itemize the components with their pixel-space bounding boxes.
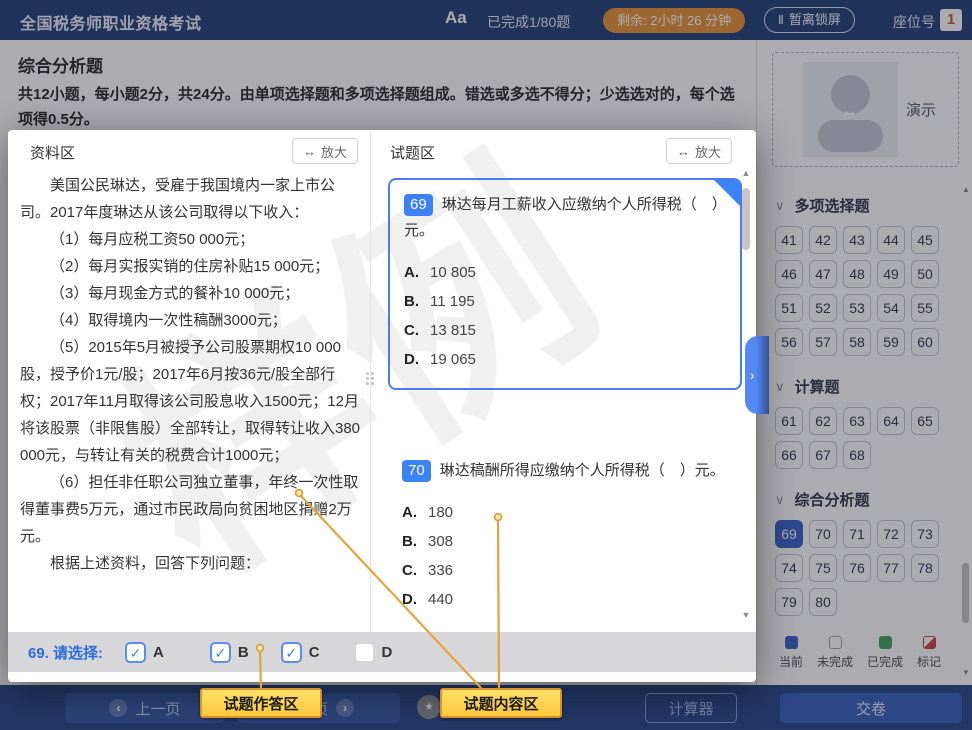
answer-choice[interactable]: ✓C [281, 642, 320, 663]
questions-zoom-button[interactable]: ↔ 放大 [666, 138, 732, 164]
zoom-arrows-icon: ↔ [303, 144, 316, 159]
question-number-badge: 69 [404, 194, 433, 216]
option-letter: A. [404, 264, 430, 281]
scrollbar-thumb[interactable] [742, 188, 750, 250]
option-letter: C. [402, 562, 428, 579]
checkbox-checked[interactable]: ✓ [281, 642, 302, 663]
option-value: 336 [428, 562, 453, 579]
card-corner [714, 180, 740, 206]
answer-choices: ✓A✓B✓CD [103, 642, 392, 663]
question-block[interactable]: 69琳达每月工薪收入应缴纳个人所得税（ ）元。A.10 805B.11 195C… [388, 178, 742, 390]
answer-choice[interactable]: ✓A [125, 642, 164, 663]
checkbox-checked[interactable]: ✓ [210, 642, 231, 663]
option-letter: B. [402, 533, 428, 550]
checkbox-unchecked[interactable] [354, 642, 375, 663]
scroll-up-icon[interactable]: ▲ [740, 168, 752, 178]
questions-pane: 试题区 ↔ 放大 69琳达每月工薪收入应缴纳个人所得税（ ）元。A.10 805… [370, 130, 756, 642]
panel-handle-icon: › [750, 367, 755, 383]
question-text: 琳达稿酬所得应缴纳个人所得税（ ）元。 [440, 462, 725, 479]
option-row: B.11 195 [404, 287, 726, 316]
material-paragraph: （1）每月应税工资50 000元； [20, 226, 362, 253]
question-block[interactable]: 70琳达稿酬所得应缴纳个人所得税（ ）元。A.180B.308C.336D.44… [388, 446, 742, 628]
material-paragraph: （5）2015年5月被授予公司股票期权10 000股，授予价1元/股；2017年… [20, 334, 362, 469]
choice-letter: A [153, 644, 164, 661]
option-row: D.19 065 [404, 345, 726, 374]
option-value: 440 [428, 591, 453, 608]
question-head: 69琳达每月工薪收入应缴纳个人所得税（ ）元。 [404, 192, 726, 244]
option-letter: C. [404, 322, 430, 339]
answer-choice[interactable]: ✓B [210, 642, 249, 663]
questions-title: 试题区 [390, 142, 435, 163]
questions-list: 69琳达每月工薪收入应缴纳个人所得税（ ）元。A.10 805B.11 195C… [388, 178, 742, 662]
option-value: 19 065 [430, 351, 476, 368]
checkbox-checked[interactable]: ✓ [125, 642, 146, 663]
option-letter: B. [404, 293, 430, 310]
answer-area-callout: 试题作答区 [200, 688, 322, 718]
material-paragraph: （6）担任非任职公司独立董事，年终一次性取得董事费5万元，通过市民政局向贫困地区… [20, 469, 362, 550]
option-row: A.180 [402, 498, 728, 527]
option-row: C.336 [402, 556, 728, 585]
zoom-arrows-icon: ↔ [677, 144, 690, 159]
option-row: D.440 [402, 585, 728, 614]
content-area-callout: 试题内容区 [440, 688, 562, 718]
option-value: 308 [428, 533, 453, 550]
material-paragraph: （4）取得境内一次性稿酬3000元； [20, 307, 362, 334]
answer-choice[interactable]: D [354, 642, 393, 663]
question-number-badge: 70 [402, 460, 431, 482]
choice-letter: B [238, 644, 249, 661]
material-paragraph: 美国公民琳达，受雇于我国境内一家上市公司。2017年度琳达从该公司取得以下收入： [20, 172, 362, 226]
scroll-down-icon[interactable]: ▼ [740, 610, 752, 620]
options-list: A.10 805B.11 195C.13 815D.19 065 [404, 258, 726, 374]
option-value: 180 [428, 504, 453, 521]
option-row: A.10 805 [404, 258, 726, 287]
material-title: 资料区 [30, 142, 75, 163]
answer-bar: 69. 请选择: ✓A✓B✓CD [8, 632, 756, 672]
option-value: 13 815 [430, 322, 476, 339]
material-zoom-label: 放大 [321, 142, 347, 161]
option-value: 10 805 [430, 264, 476, 281]
question-head: 70 琳达稿酬所得应缴纳个人所得税（ ）元。 [402, 458, 728, 484]
option-row: B.308 [402, 527, 728, 556]
question-text: 琳达每月工薪收入应缴纳个人所得税（ ）元。 [404, 196, 719, 239]
material-paragraph: （2）每月实报实销的住房补贴15 000元； [20, 253, 362, 280]
option-value: 11 195 [430, 293, 475, 310]
answer-prompt: 69. 请选择: [28, 642, 103, 663]
material-paragraph: （3）每月现金方式的餐补10 000元； [20, 280, 362, 307]
option-letter: D. [402, 591, 428, 608]
material-text: 美国公民琳达，受雇于我国境内一家上市公司。2017年度琳达从该公司取得以下收入：… [20, 172, 362, 577]
options-list: A.180B.308C.336D.440 [402, 498, 728, 614]
material-pane: 资料区 ↔ 放大 美国公民琳达，受雇于我国境内一家上市公司。2017年度琳达从该… [8, 130, 370, 642]
exam-app: 全国税务师职业资格考试 Aa 已完成1/80题 剩余: 2小时 26 分钟 Ⅱ暂… [0, 0, 972, 730]
material-zoom-button[interactable]: ↔ 放大 [292, 138, 358, 164]
exam-modal: 样例 资料区 ↔ 放大 美国公民琳达，受雇于我国境内一家上市公司。2017年度琳… [8, 130, 756, 682]
option-letter: D. [404, 351, 430, 368]
sidebar-drawer-handle[interactable]: › [745, 336, 769, 414]
choice-letter: C [309, 644, 320, 661]
questions-zoom-label: 放大 [695, 142, 721, 161]
option-row: C.13 815 [404, 316, 726, 345]
option-letter: A. [402, 504, 428, 521]
material-paragraph: 根据上述资料，回答下列问题： [20, 550, 362, 577]
choice-letter: D [382, 644, 393, 661]
